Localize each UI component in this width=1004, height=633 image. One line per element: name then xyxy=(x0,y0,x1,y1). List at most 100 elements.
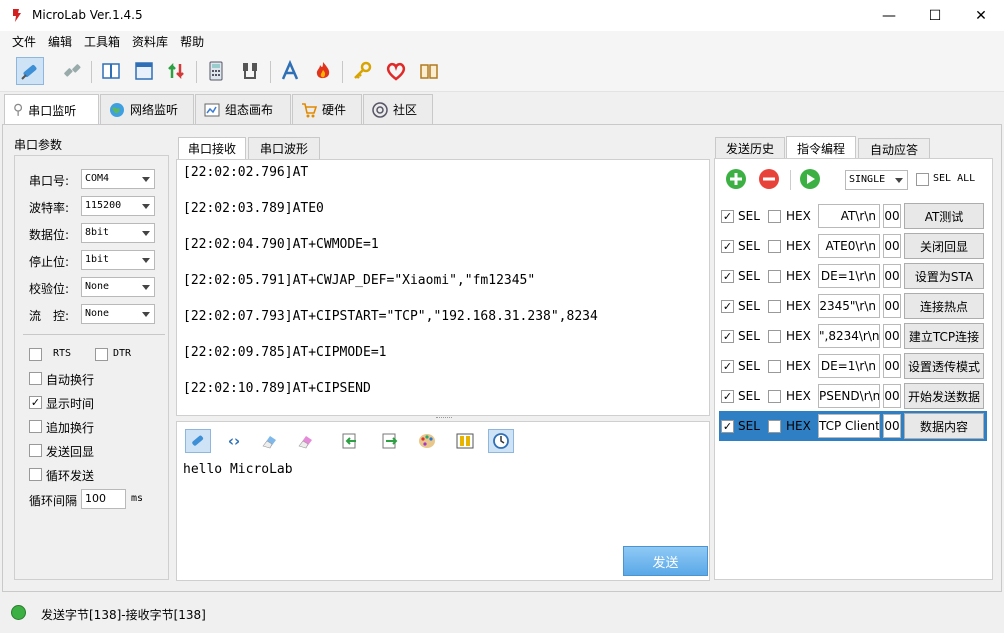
hex-checkbox[interactable] xyxy=(768,330,781,343)
run-icon[interactable] xyxy=(799,168,821,190)
baud-select[interactable]: 115200 xyxy=(81,196,155,216)
key-icon[interactable] xyxy=(348,57,376,85)
command-input[interactable]: TCP Client. xyxy=(818,414,880,438)
send-echo-checkbox[interactable] xyxy=(29,444,42,457)
command-input[interactable]: ",8234\r\n xyxy=(818,324,880,348)
rts-checkbox[interactable] xyxy=(29,348,42,361)
port-select[interactable]: COM4 xyxy=(81,169,155,189)
hex-checkbox[interactable] xyxy=(768,240,781,253)
network-cable-icon[interactable] xyxy=(236,57,264,85)
tab-community[interactable]: 社区 xyxy=(363,94,433,124)
command-input[interactable]: DE=1\r\n xyxy=(818,354,880,378)
receive-area[interactable]: [22:02:02.796]AT [22:02:03.789]ATE0 [22:… xyxy=(176,159,710,416)
window-layout-icon[interactable] xyxy=(130,57,158,85)
command-button[interactable]: 连接热点 xyxy=(904,293,984,319)
eraser-send-icon[interactable] xyxy=(257,429,283,453)
font-icon[interactable] xyxy=(276,57,304,85)
command-input[interactable]: DE=1\r\n xyxy=(818,264,880,288)
sel-checkbox[interactable]: ✓ xyxy=(721,390,734,403)
sel-checkbox[interactable]: ✓ xyxy=(721,360,734,373)
command-button[interactable]: 建立TCP连接 xyxy=(904,323,984,349)
delay-input[interactable]: 00 xyxy=(883,264,901,288)
sel-checkbox[interactable]: ✓ xyxy=(721,330,734,343)
command-button[interactable]: 设置透传模式 xyxy=(904,353,984,379)
close-button[interactable]: ✕ xyxy=(958,0,1004,31)
menu-help[interactable]: 帮助 xyxy=(174,31,210,53)
flowcontrol-select[interactable]: None xyxy=(81,304,155,324)
command-button[interactable]: 设置为STA xyxy=(904,263,984,289)
mode-select[interactable]: SINGLE xyxy=(845,170,908,190)
menu-toolbox[interactable]: 工具箱 xyxy=(78,31,126,53)
sel-checkbox[interactable]: ✓ xyxy=(721,300,734,313)
remove-icon[interactable] xyxy=(758,168,780,190)
parity-select[interactable]: None xyxy=(81,277,155,297)
split-pane-icon[interactable] xyxy=(452,429,478,453)
stopbits-select[interactable]: 1bit xyxy=(81,250,155,270)
import-icon[interactable] xyxy=(337,429,363,453)
timer-icon[interactable] xyxy=(488,429,514,453)
disconnect-icon[interactable] xyxy=(58,57,86,85)
sel-checkbox[interactable]: ✓ xyxy=(721,240,734,253)
menu-file[interactable]: 文件 xyxy=(6,31,42,53)
tab-network-monitor[interactable]: 网络监听 xyxy=(100,94,194,124)
append-newline-checkbox[interactable] xyxy=(29,420,42,433)
hex-checkbox[interactable] xyxy=(768,390,781,403)
calculator-icon[interactable] xyxy=(202,57,230,85)
flame-icon[interactable] xyxy=(309,57,337,85)
delay-input[interactable]: 00 xyxy=(883,414,901,438)
sel-checkbox[interactable]: ✓ xyxy=(721,210,734,223)
auto-wrap-checkbox[interactable] xyxy=(29,372,42,385)
delay-input[interactable]: 00 xyxy=(883,204,901,228)
delay-input[interactable]: 00 xyxy=(883,324,901,348)
loop-send-checkbox[interactable] xyxy=(29,468,42,481)
transfer-icon[interactable] xyxy=(162,57,190,85)
hex-checkbox[interactable] xyxy=(768,210,781,223)
delay-input[interactable]: 00 xyxy=(883,384,901,408)
serial-send-icon[interactable] xyxy=(185,429,211,453)
command-input[interactable]: AT\r\n xyxy=(818,204,880,228)
tab-serial-receive[interactable]: 串口接收 xyxy=(178,137,246,159)
hex-checkbox[interactable] xyxy=(768,300,781,313)
tab-serial-monitor[interactable]: ⚲ 串口监听 xyxy=(4,94,99,125)
command-button[interactable]: AT测试 xyxy=(904,203,984,229)
command-input[interactable]: 2345"\r\n xyxy=(818,294,880,318)
tab-auto-reply[interactable]: 自动应答 xyxy=(858,138,930,160)
tab-canvas[interactable]: 组态画布 xyxy=(195,94,291,124)
send-button[interactable]: 发送 xyxy=(623,546,708,576)
interval-input[interactable]: 100 xyxy=(81,489,126,509)
split-view-icon[interactable] xyxy=(97,57,125,85)
tab-command-programming[interactable]: 指令编程 xyxy=(786,136,856,159)
palette-icon[interactable] xyxy=(414,429,440,453)
dtr-checkbox[interactable] xyxy=(95,348,108,361)
delay-input[interactable]: 00 xyxy=(883,354,901,378)
menu-edit[interactable]: 编辑 xyxy=(42,31,78,53)
add-icon[interactable] xyxy=(725,168,747,190)
tab-send-history[interactable]: 发送历史 xyxy=(715,137,785,159)
sel-checkbox[interactable]: ✓ xyxy=(721,270,734,283)
send-input[interactable]: hello MicroLab xyxy=(183,462,293,477)
book-icon[interactable] xyxy=(415,57,443,85)
menu-library[interactable]: 资料库 xyxy=(126,31,174,53)
command-input[interactable]: ATE0\r\n xyxy=(818,234,880,258)
command-button[interactable]: 数据内容 xyxy=(904,413,984,439)
command-button[interactable]: 开始发送数据 xyxy=(904,383,984,409)
command-input[interactable]: PSEND\r\n xyxy=(818,384,880,408)
hex-checkbox[interactable] xyxy=(768,420,781,433)
eraser-receive-icon[interactable] xyxy=(293,429,319,453)
serial-connect-icon[interactable] xyxy=(16,57,44,85)
delay-input[interactable]: 00 xyxy=(883,234,901,258)
databits-select[interactable]: 8bit xyxy=(81,223,155,243)
code-icon[interactable]: ‹› xyxy=(221,429,247,453)
maximize-button[interactable]: ☐ xyxy=(912,0,958,31)
command-button[interactable]: 关闭回显 xyxy=(904,233,984,259)
tab-serial-waveform[interactable]: 串口波形 xyxy=(248,137,320,159)
export-icon[interactable] xyxy=(377,429,403,453)
tab-hardware[interactable]: 硬件 xyxy=(292,94,362,124)
heart-icon[interactable] xyxy=(382,57,410,85)
hex-checkbox[interactable] xyxy=(768,270,781,283)
minimize-button[interactable]: — xyxy=(866,0,912,31)
show-time-checkbox[interactable]: ✓ xyxy=(29,396,42,409)
delay-input[interactable]: 00 xyxy=(883,294,901,318)
hex-checkbox[interactable] xyxy=(768,360,781,373)
sel-all-checkbox[interactable] xyxy=(916,173,929,186)
